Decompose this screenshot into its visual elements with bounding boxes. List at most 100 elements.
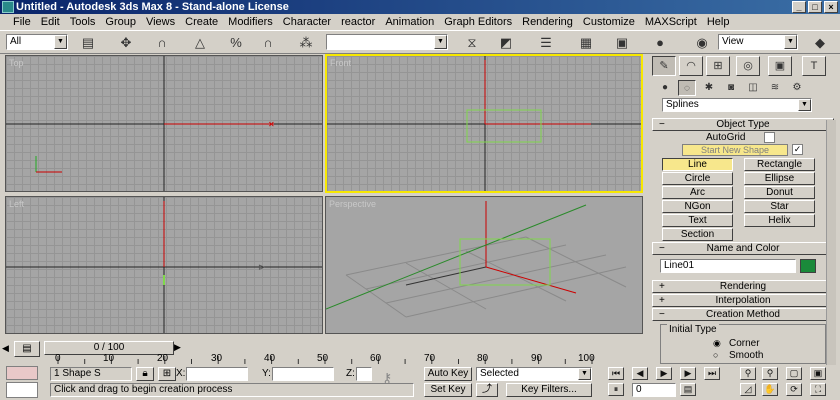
close-button[interactable]: × bbox=[824, 1, 838, 13]
play-icon[interactable]: ▶ bbox=[656, 367, 672, 380]
select-by-name-icon[interactable]: ▤ bbox=[78, 33, 98, 53]
x-coord-field[interactable] bbox=[186, 367, 248, 381]
ellipse-button[interactable]: Ellipse bbox=[744, 172, 815, 185]
track-bar[interactable] bbox=[50, 356, 612, 366]
object-color-swatch[interactable] bbox=[800, 259, 816, 273]
arc-rotate-icon[interactable]: ⟳ bbox=[786, 383, 802, 396]
current-frame-field[interactable]: 0 bbox=[632, 383, 676, 397]
zoom-all-icon[interactable]: ⚲ bbox=[762, 367, 778, 380]
go-to-end-icon[interactable]: ⏭ bbox=[704, 367, 720, 380]
menu-edit[interactable]: Edit bbox=[36, 14, 65, 30]
maximize-viewport-icon[interactable]: ⛶ bbox=[810, 383, 826, 396]
menu-rendering[interactable]: Rendering bbox=[517, 14, 578, 30]
schematic-view-icon[interactable]: ▣ bbox=[612, 33, 632, 53]
interpolation-rollout[interactable]: + Interpolation bbox=[652, 294, 834, 307]
spinner-snap-icon[interactable]: ∩ bbox=[258, 33, 278, 53]
circle-button[interactable]: Circle bbox=[662, 172, 733, 185]
menu-graph-editors[interactable]: Graph Editors bbox=[439, 14, 517, 30]
viewport-left[interactable]: Left ⊳ bbox=[5, 196, 323, 334]
donut-button[interactable]: Donut bbox=[744, 186, 815, 199]
previous-frame-icon[interactable]: ◀ bbox=[632, 367, 648, 380]
maxscript-input-mini[interactable] bbox=[6, 382, 38, 398]
menu-create[interactable]: Create bbox=[180, 14, 223, 30]
lights-icon[interactable]: ✱ bbox=[700, 80, 718, 96]
bind-spacewarp-icon[interactable]: ∩ bbox=[152, 33, 172, 53]
percent-snap-icon[interactable]: % bbox=[226, 33, 246, 53]
y-coord-field[interactable] bbox=[272, 367, 334, 381]
viewport-front[interactable]: Front bbox=[325, 54, 643, 193]
spacewarps-icon[interactable]: ≋ bbox=[766, 80, 784, 96]
rectangle-button[interactable]: Rectangle bbox=[744, 158, 815, 171]
set-key-button[interactable]: Set Key bbox=[424, 383, 472, 397]
select-move-icon[interactable]: ✥ bbox=[116, 33, 136, 53]
menu-modifiers[interactable]: Modifiers bbox=[223, 14, 278, 30]
menu-reactor[interactable]: reactor bbox=[336, 14, 380, 30]
rendering-rollout[interactable]: + Rendering bbox=[652, 280, 834, 293]
arc-button[interactable]: Arc bbox=[662, 186, 733, 199]
viewport-top[interactable]: Top ✕ bbox=[5, 55, 323, 192]
helpers-icon[interactable]: ◫ bbox=[744, 80, 762, 96]
text-button[interactable]: Text bbox=[662, 214, 733, 227]
z-coord-field[interactable] bbox=[356, 367, 372, 381]
autogrid-checkbox[interactable] bbox=[764, 132, 775, 143]
quick-render-icon[interactable]: ◆ bbox=[810, 33, 830, 53]
shapes-icon[interactable]: ◌ bbox=[678, 80, 696, 96]
line-button[interactable]: Line bbox=[662, 158, 733, 171]
object-type-rollout[interactable]: − Object Type bbox=[652, 118, 834, 131]
field-of-view-icon[interactable]: ◿ bbox=[740, 383, 756, 396]
pan-icon[interactable]: ✋ bbox=[762, 383, 778, 396]
zoom-extents-icon[interactable]: ▢ bbox=[786, 367, 802, 380]
menu-views[interactable]: Views bbox=[141, 14, 180, 30]
render-type-dropdown[interactable]: View ▼ bbox=[718, 34, 798, 50]
layer-manager-icon[interactable]: ☰ bbox=[536, 33, 556, 53]
start-new-shape-checkbox[interactable]: ✓ bbox=[792, 144, 803, 155]
menu-help[interactable]: Help bbox=[702, 14, 735, 30]
cameras-icon[interactable]: ◙ bbox=[722, 80, 740, 96]
menu-customize[interactable]: Customize bbox=[578, 14, 640, 30]
utilities-tab-icon[interactable]: T bbox=[802, 56, 826, 76]
align-icon[interactable]: ◩ bbox=[496, 33, 516, 53]
section-button[interactable]: Section bbox=[662, 228, 733, 241]
key-mode-toggle-icon[interactable]: ⏸ bbox=[608, 383, 624, 396]
motion-tab-icon[interactable]: ◎ bbox=[736, 56, 760, 76]
command-panel-scrollbar[interactable] bbox=[826, 120, 836, 365]
time-configuration-icon[interactable]: ▤ bbox=[680, 383, 696, 396]
render-scene-icon[interactable]: ◉ bbox=[692, 33, 712, 53]
zoom-icon[interactable]: ⚲ bbox=[740, 367, 756, 380]
key-mode-dropdown[interactable]: Selected ▼ bbox=[476, 367, 592, 381]
next-frame-icon[interactable]: ▶ bbox=[680, 367, 696, 380]
key-filters-button[interactable]: Key Filters... bbox=[506, 383, 592, 397]
modify-tab-icon[interactable]: ◠ bbox=[679, 56, 703, 76]
systems-icon[interactable]: ⚙ bbox=[788, 80, 806, 96]
category-dropdown[interactable]: Splines ▼ bbox=[662, 98, 812, 112]
absolute-mode-icon[interactable]: ⊞ bbox=[158, 367, 176, 381]
creation-method-rollout[interactable]: − Creation Method bbox=[652, 308, 834, 321]
display-tab-icon[interactable]: ▣ bbox=[768, 56, 792, 76]
menu-group[interactable]: Group bbox=[100, 14, 141, 30]
timeline-prev-icon[interactable]: ◀ bbox=[2, 343, 9, 354]
select-rotate-icon[interactable]: △ bbox=[190, 33, 210, 53]
star-button[interactable]: Star bbox=[744, 200, 815, 213]
create-tab-icon[interactable]: ✎ bbox=[652, 56, 676, 76]
menu-character[interactable]: Character bbox=[278, 14, 336, 30]
timeline-next-icon[interactable]: ▶ bbox=[174, 342, 181, 353]
named-selection-set-field[interactable]: ▼ bbox=[326, 34, 448, 50]
maxscript-listener-mini[interactable] bbox=[6, 366, 38, 380]
name-and-color-rollout[interactable]: − Name and Color bbox=[652, 242, 834, 255]
selection-filter-dropdown[interactable]: All ▼ bbox=[6, 34, 68, 50]
menu-animation[interactable]: Animation bbox=[380, 14, 439, 30]
menu-file[interactable]: File bbox=[8, 14, 36, 30]
curve-editor-icon[interactable]: ▦ bbox=[576, 33, 596, 53]
minimize-button[interactable]: _ bbox=[792, 1, 806, 13]
helix-button[interactable]: Helix bbox=[744, 214, 815, 227]
go-to-start-icon[interactable]: ⏮ bbox=[608, 367, 624, 380]
zoom-extents-all-icon[interactable]: ▣ bbox=[810, 367, 826, 380]
menu-tools[interactable]: Tools bbox=[65, 14, 101, 30]
menu-maxscript[interactable]: MAXScript bbox=[640, 14, 702, 30]
abc-named-selection-icon[interactable]: ⁂ bbox=[296, 33, 316, 53]
hierarchy-tab-icon[interactable]: ⊞ bbox=[706, 56, 730, 76]
default-tangent-icon[interactable]: ⤴ bbox=[476, 383, 498, 397]
viewport-perspective[interactable]: Perspective bbox=[325, 196, 643, 334]
auto-key-button[interactable]: Auto Key bbox=[424, 367, 472, 381]
lock-selection-icon[interactable]: 🔒︎ bbox=[136, 367, 154, 381]
